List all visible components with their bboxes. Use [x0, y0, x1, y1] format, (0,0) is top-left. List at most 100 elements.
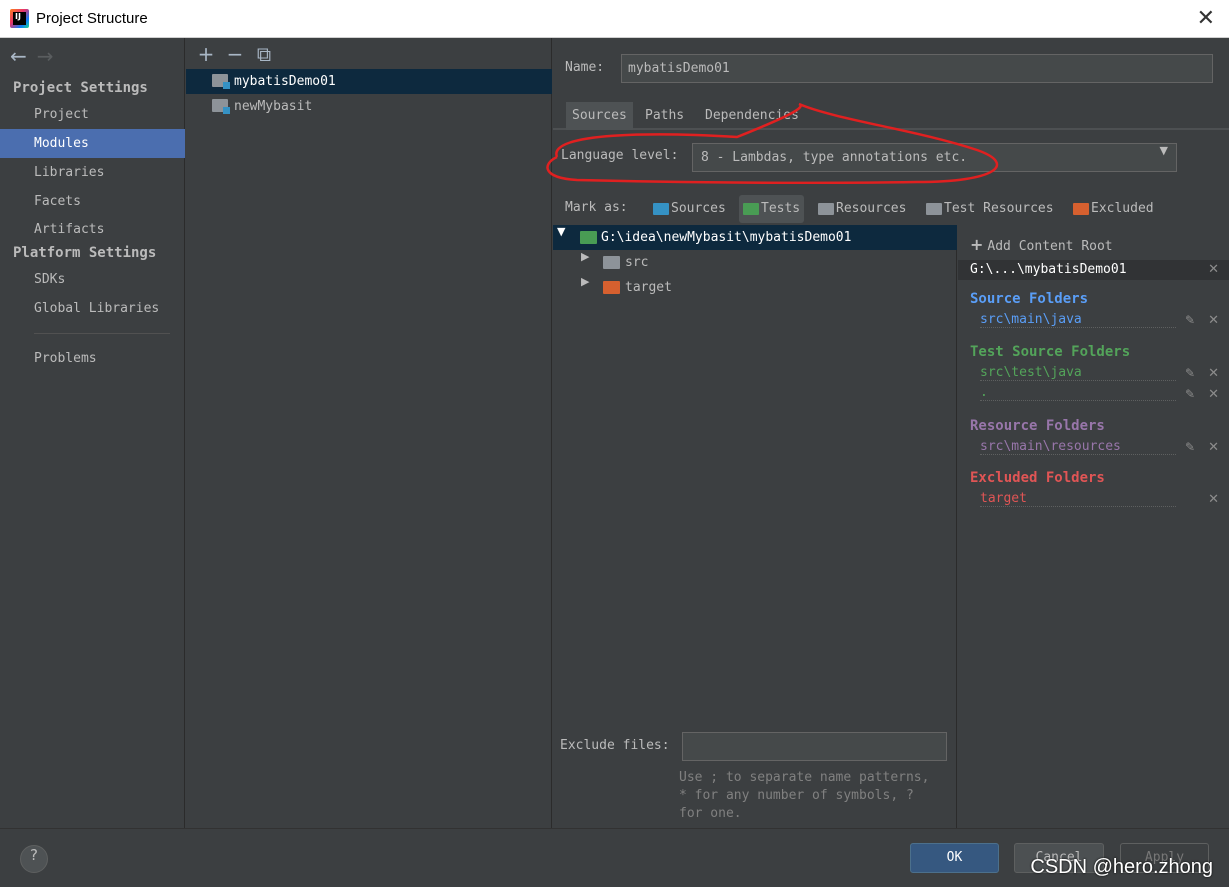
- mark-as-tests-button[interactable]: Tests: [739, 195, 805, 223]
- remove-icon[interactable]: −: [223, 42, 247, 66]
- exclude-files-hint: Use ; to separate name patterns, * for a…: [679, 770, 930, 821]
- intellij-logo-icon: IJ: [10, 9, 29, 28]
- csdn-watermark: CSDN @hero.zhong: [1030, 856, 1213, 878]
- mark-as-test-resources-label: Test Resources: [944, 201, 1054, 216]
- remove-icon[interactable]: ✕: [1208, 492, 1219, 507]
- content-roots-panel: + Add Content Root G:\...\mybatisDemo01 ✕…: [958, 225, 1229, 828]
- edit-pencil-icon[interactable]: ✎: [1185, 387, 1195, 401]
- mark-as-test-resources-button[interactable]: Test Resources: [922, 195, 1058, 223]
- edit-pencil-icon[interactable]: ✎: [1185, 440, 1195, 454]
- mark-as-resources-button[interactable]: Resources: [814, 195, 910, 223]
- copy-icon[interactable]: ⧉: [252, 42, 276, 66]
- excluded-folder-entry: target: [980, 491, 1176, 507]
- module-settings-panel: Name: mybatisDemo01 Sources Paths Depend…: [546, 38, 1229, 828]
- nav-item-sdks[interactable]: SDKs: [0, 265, 185, 294]
- nav-item-facets[interactable]: Facets: [0, 187, 185, 216]
- module-folder-icon: [212, 99, 230, 114]
- history-arrows: ← →: [10, 44, 54, 68]
- excluded-folder-icon: [1073, 203, 1089, 215]
- nav-item-modules[interactable]: Modules: [0, 129, 185, 158]
- expand-arrow-icon[interactable]: ▼: [557, 225, 565, 238]
- mark-as-excluded-button[interactable]: Excluded: [1069, 195, 1158, 223]
- test-resources-folder-icon: [926, 203, 942, 215]
- language-level-label: Language level:: [561, 148, 679, 163]
- folder-icon: [603, 256, 620, 269]
- content-root-header: G:\...\mybatisDemo01 ✕: [958, 260, 1229, 280]
- remove-icon[interactable]: ✕: [1208, 313, 1219, 328]
- nav-item-artifacts[interactable]: Artifacts: [0, 215, 185, 244]
- nav-item-problems[interactable]: Problems: [0, 344, 185, 373]
- collapse-arrow-icon[interactable]: ▶: [581, 250, 589, 263]
- tab-paths[interactable]: Paths: [639, 102, 690, 130]
- module-item-label: newMybasit: [234, 99, 313, 114]
- module-item-label: mybatisDemo01: [234, 74, 336, 89]
- tree-node-root[interactable]: ▼ G:\idea\newMybasit\mybatisDemo01: [553, 225, 957, 250]
- tab-dependencies[interactable]: Dependencies: [699, 102, 805, 130]
- forward-arrow-icon[interactable]: →: [37, 44, 54, 68]
- tree-node-src[interactable]: ▶ src: [553, 250, 957, 275]
- module-tabs: Sources Paths Dependencies: [553, 102, 1229, 130]
- plus-icon: +: [970, 235, 984, 254]
- module-folder-icon: [212, 74, 230, 89]
- tab-sources[interactable]: Sources: [566, 102, 633, 130]
- title-bar: IJ Project Structure ✕: [0, 0, 1229, 38]
- nav-item-libraries[interactable]: Libraries: [0, 158, 185, 187]
- ok-button[interactable]: OK: [910, 843, 999, 873]
- nav-divider: [34, 333, 170, 334]
- remove-icon[interactable]: ✕: [1208, 440, 1219, 455]
- test-source-folder-entry: src\test\java: [980, 365, 1176, 381]
- test-source-folders-header: Test Source Folders: [970, 344, 1131, 360]
- tree-node-target[interactable]: ▶ target: [553, 275, 957, 300]
- back-arrow-icon[interactable]: ←: [10, 44, 27, 68]
- mark-as-sources-label: Sources: [671, 201, 726, 216]
- tests-folder-icon: [743, 203, 759, 215]
- module-item[interactable]: mybatisDemo01: [186, 69, 552, 94]
- folder-icon: [580, 231, 597, 244]
- project-settings-header: Project Settings: [13, 80, 148, 96]
- platform-settings-header: Platform Settings: [13, 245, 157, 261]
- collapse-arrow-icon[interactable]: ▶: [581, 275, 589, 288]
- excluded-folders-header: Excluded Folders: [970, 470, 1105, 486]
- module-name-field[interactable]: mybatisDemo01: [621, 54, 1213, 83]
- mark-as-excluded-label: Excluded: [1091, 201, 1154, 216]
- help-icon[interactable]: ?: [20, 845, 48, 873]
- content-root-path: G:\...\mybatisDemo01: [970, 262, 1127, 277]
- edit-pencil-icon[interactable]: ✎: [1185, 366, 1195, 380]
- add-content-root-button[interactable]: + Add Content Root: [970, 235, 1113, 254]
- language-level-value: 8 - Lambdas, type annotations etc.: [701, 150, 968, 165]
- chevron-down-icon: ▼: [1159, 144, 1168, 157]
- mark-as-sources-button[interactable]: Sources: [649, 195, 730, 223]
- remove-icon[interactable]: ✕: [1208, 387, 1219, 402]
- mark-as-resources-label: Resources: [836, 201, 907, 216]
- module-toolbar: + − ⧉: [194, 42, 281, 66]
- module-list-panel: + − ⧉ mybatisDemo01 newMybasit: [186, 38, 552, 828]
- tree-node-label: target: [625, 280, 672, 295]
- language-level-select[interactable]: 8 - Lambdas, type annotations etc. ▼: [692, 143, 1177, 172]
- close-icon[interactable]: ✕: [1197, 6, 1215, 31]
- window-title: Project Structure: [36, 10, 148, 27]
- settings-nav: ← → Project Settings Project Modules Libr…: [0, 38, 185, 828]
- tree-node-label: src: [625, 255, 649, 270]
- resource-folder-entry: src\main\resources: [980, 439, 1176, 455]
- add-content-root-label: Add Content Root: [987, 239, 1113, 254]
- source-folders-header: Source Folders: [970, 291, 1089, 307]
- folder-icon: [603, 281, 620, 294]
- mark-as-label: Mark as:: [565, 200, 628, 215]
- exclude-files-label: Exclude files:: [560, 738, 670, 753]
- remove-icon[interactable]: ✕: [1208, 366, 1219, 381]
- resources-folder-icon: [818, 203, 834, 215]
- add-icon[interactable]: +: [194, 42, 218, 66]
- module-item[interactable]: newMybasit: [186, 94, 552, 119]
- exclude-files-input[interactable]: [682, 732, 947, 761]
- nav-item-global-libraries[interactable]: Global Libraries: [0, 294, 185, 323]
- remove-root-icon[interactable]: ✕: [1208, 262, 1219, 277]
- nav-item-project[interactable]: Project: [0, 100, 185, 129]
- source-folder-entry: src\main\java: [980, 312, 1176, 328]
- tree-node-label: G:\idea\newMybasit\mybatisDemo01: [601, 230, 852, 245]
- mark-as-tests-label: Tests: [761, 201, 801, 216]
- sources-folder-icon: [653, 203, 669, 215]
- resource-folders-header: Resource Folders: [970, 418, 1105, 434]
- edit-pencil-icon[interactable]: ✎: [1185, 313, 1195, 327]
- name-label: Name:: [565, 60, 605, 75]
- dialog-footer: ? OK Cancel Apply CSDN @hero.zhong: [0, 828, 1229, 887]
